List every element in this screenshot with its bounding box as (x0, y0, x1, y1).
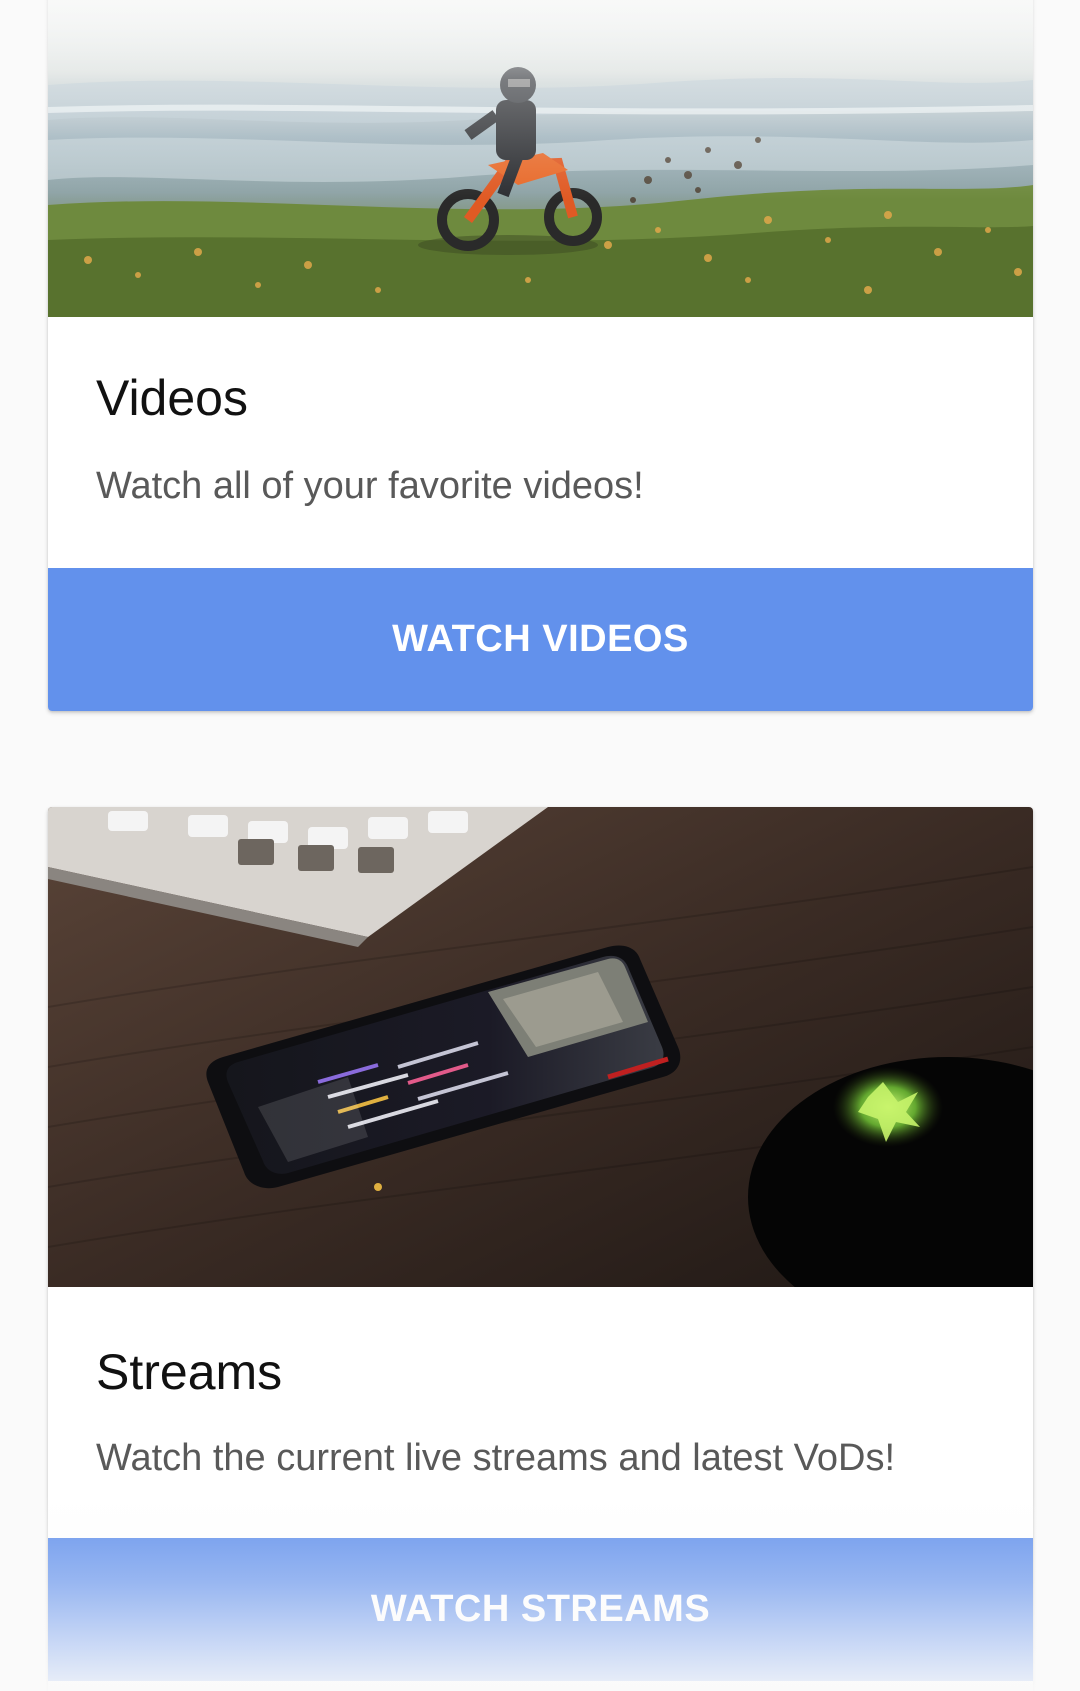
streams-card-image (48, 807, 1033, 1287)
videos-card-body: Videos Watch all of your favorite videos… (48, 317, 1033, 505)
videos-card-description: Watch all of your favorite videos! (96, 465, 644, 507)
videos-card: Videos Watch all of your favorite videos… (48, 0, 1033, 711)
smartphone-on-desk-photo (48, 807, 1033, 1287)
videos-card-title: Videos (96, 370, 248, 426)
streams-card-body: Streams Watch the current live streams a… (48, 1287, 1033, 1477)
streams-card-title: Streams (96, 1344, 283, 1400)
streams-card: Streams Watch the current live streams a… (48, 807, 1033, 1691)
streams-card-description: Watch the current live streams and lates… (96, 1437, 896, 1479)
screen: Videos Watch all of your favorite videos… (0, 0, 1080, 1691)
dirt-bike-photo (48, 0, 1033, 317)
watch-videos-button[interactable]: WATCH VIDEOS (48, 568, 1033, 711)
watch-streams-button[interactable]: WATCH STREAMS (48, 1538, 1033, 1681)
videos-card-image (48, 0, 1033, 317)
